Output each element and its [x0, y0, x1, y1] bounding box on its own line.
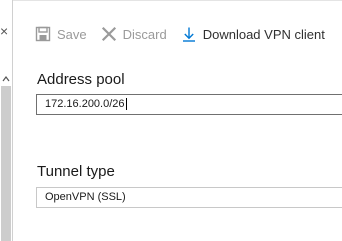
address-pool-input[interactable]: 172.16.200.0/26: [36, 94, 342, 115]
left-rail: ×: [0, 0, 13, 241]
download-icon: [181, 26, 197, 42]
scroll-up-icon[interactable]: [2, 70, 10, 82]
tunnel-type-label: Tunnel type: [37, 163, 115, 180]
tunnel-type-selected: OpenVPN (SSL): [45, 191, 126, 203]
text-caret: [125, 98, 127, 111]
save-icon: [35, 26, 51, 42]
download-vpn-client-label: Download VPN client: [202, 26, 325, 42]
tunnel-type-select[interactable]: OpenVPN (SSL): [36, 187, 342, 208]
discard-label: Discard: [122, 26, 167, 42]
close-icon[interactable]: ×: [0, 24, 10, 38]
vpn-config-panel: × Save Discard Download VPN client Addre…: [0, 0, 342, 241]
address-pool-label: Address pool: [37, 71, 125, 88]
save-button[interactable]: Save: [35, 26, 87, 42]
download-vpn-client-button[interactable]: Download VPN client: [181, 26, 325, 42]
address-pool-value: 172.16.200.0/26: [45, 98, 125, 110]
discard-button[interactable]: Discard: [101, 26, 167, 42]
command-toolbar: Save Discard Download VPN client: [35, 22, 339, 46]
scrollbar[interactable]: [1, 86, 11, 241]
save-label: Save: [57, 26, 87, 42]
close-icon: [101, 26, 117, 42]
top-divider: [12, 0, 342, 1]
